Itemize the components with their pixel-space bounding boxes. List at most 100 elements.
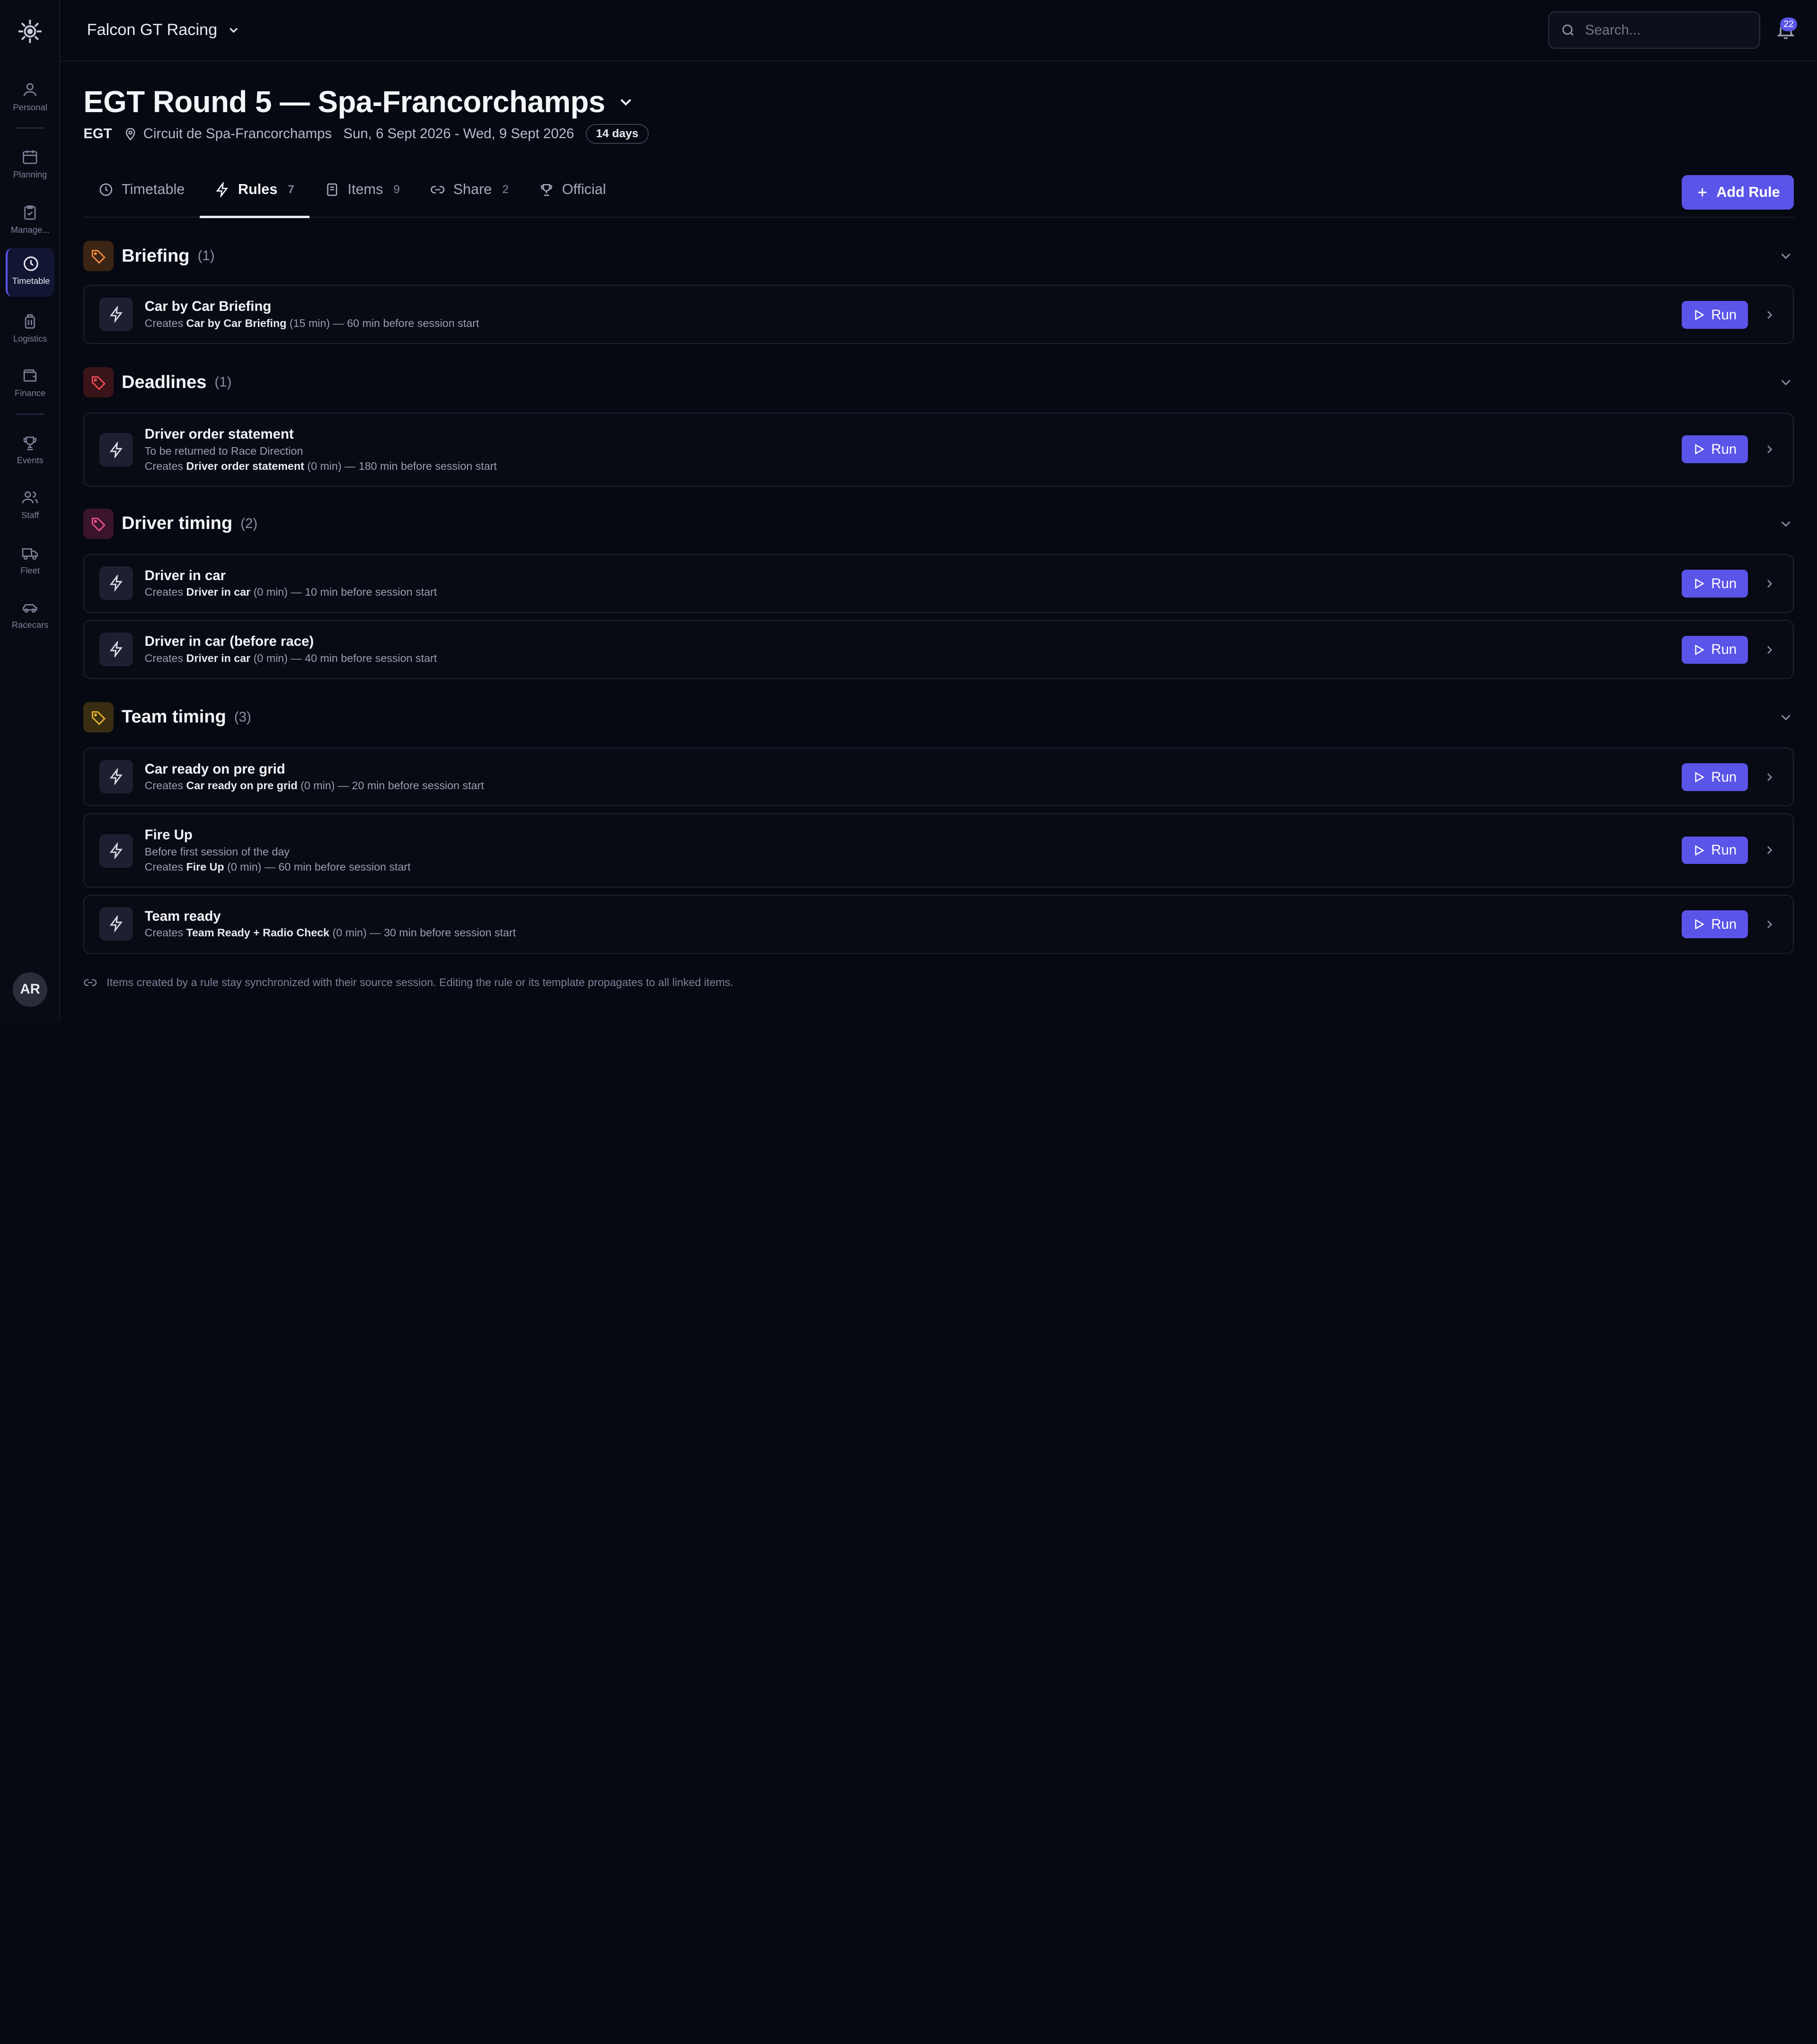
zap-icon (216, 182, 228, 197)
run-button[interactable]: Run (1681, 836, 1748, 864)
zap-icon (109, 768, 123, 785)
rule-card[interactable]: Car by Car Briefing Creates Car by Car B… (83, 285, 1794, 344)
chevron-right-icon[interactable] (1763, 577, 1776, 590)
group-tag (83, 509, 114, 539)
group-header-deadlines[interactable]: Deadlines (1) (83, 367, 1794, 397)
clock-icon (99, 183, 113, 196)
rule-card[interactable]: Fire Up Before first session of the day … (83, 813, 1794, 888)
run-button[interactable]: Run (1681, 910, 1748, 939)
zap-icon (109, 575, 123, 591)
chevron-right-icon[interactable] (1763, 843, 1776, 857)
run-button[interactable]: Run (1681, 435, 1748, 464)
run-label: Run (1711, 642, 1737, 658)
rule-card[interactable]: Driver in car (before race) Creates Driv… (83, 620, 1794, 679)
run-button[interactable]: Run (1681, 570, 1748, 598)
rule-card[interactable]: Car ready on pre grid Creates Car ready … (83, 747, 1794, 807)
map-pin-icon (126, 128, 135, 141)
zap-icon (109, 441, 123, 458)
chevron-right-icon[interactable] (1763, 643, 1776, 657)
tab-timetable[interactable]: Timetable (83, 174, 200, 217)
link-icon (84, 979, 97, 987)
group-tag (83, 241, 114, 272)
rule-text: Driver in car (before race) Creates Driv… (145, 634, 437, 665)
car-icon (23, 604, 37, 613)
sidebar-item-label: Racecars (11, 620, 49, 630)
sidebar-item-planning[interactable]: Planning (6, 141, 54, 190)
main-area: Falcon GT Racing 22 EGT Round 5 — Spa-Fr… (60, 0, 1817, 1022)
rule-creates: Creates Team Ready + Radio Check (0 min)… (144, 926, 516, 939)
sidebar-item-fleet[interactable]: Fleet (6, 537, 54, 586)
event-dates: Sun, 6 Sept 2026 - Wed, 9 Sept 2026 (343, 125, 574, 141)
plus-icon (1698, 188, 1707, 197)
chevron-down-icon[interactable] (617, 93, 635, 111)
group-count: (2) (240, 515, 258, 531)
run-label: Run (1711, 575, 1737, 591)
group-name: Briefing (122, 246, 190, 266)
sidebar-item-label: Fleet (20, 565, 40, 576)
sidebar-item-logistics[interactable]: Logistics (6, 306, 54, 355)
rule-card[interactable]: Driver in car Creates Driver in car (0 m… (83, 554, 1794, 613)
sidebar-item-finance[interactable]: Finance (6, 361, 54, 409)
top-bar: Falcon GT Racing 22 (60, 0, 1817, 62)
chevron-right-icon[interactable] (1763, 770, 1776, 784)
link-icon (431, 185, 445, 194)
rule-name: Driver in car (before race) (144, 634, 314, 650)
tab-rules[interactable]: Rules 7 (200, 174, 309, 218)
rule-card[interactable]: Driver order statement To be returned to… (83, 412, 1794, 487)
tab-label: Items (347, 181, 383, 198)
tab-label: Share (453, 181, 492, 198)
chevron-down-icon[interactable] (1778, 516, 1794, 532)
add-rule-button[interactable]: Add Rule (1681, 175, 1794, 210)
play-icon (1695, 644, 1705, 655)
rule-creates: Creates Fire Up (0 min) — 60 min before … (144, 860, 411, 873)
sidebar-item-label: Staff (21, 510, 39, 520)
rule-icon-box (99, 907, 133, 941)
tag-icon (91, 376, 106, 390)
user-avatar[interactable]: AR (12, 972, 48, 1007)
chevron-down-icon[interactable] (1778, 374, 1794, 390)
play-icon (1695, 919, 1705, 930)
sidebar-item-racecars[interactable]: Racecars (6, 592, 54, 641)
sidebar-item-staff[interactable]: Staff (6, 482, 54, 531)
sidebar-item-manage[interactable]: Manage... (6, 197, 54, 246)
tab-official[interactable]: Official (524, 174, 621, 217)
sidebar-item-timetable[interactable]: Timetable (6, 248, 55, 297)
tag-icon (91, 711, 106, 725)
search-box[interactable] (1548, 11, 1761, 49)
group-header-driver-timing[interactable]: Driver timing (2) (83, 509, 1794, 539)
tab-count: 9 (393, 183, 400, 196)
chevron-right-icon[interactable] (1763, 917, 1776, 931)
run-label: Run (1711, 769, 1737, 785)
rule-text: Driver order statement To be returned to… (145, 426, 497, 473)
sidebar-item-label: Timetable (12, 275, 50, 286)
chevron-down-icon[interactable] (1778, 709, 1794, 725)
run-label: Run (1711, 441, 1737, 457)
tab-items[interactable]: Items 9 (309, 174, 415, 217)
rule-icon-box (99, 297, 133, 331)
org-switcher[interactable]: Falcon GT Racing (87, 21, 240, 39)
sidebar-item-label: Events (17, 455, 44, 466)
play-icon (1695, 444, 1705, 455)
app-logo-icon[interactable] (16, 18, 44, 45)
sidebar-item-personal[interactable]: Personal (6, 74, 54, 123)
rule-text: Car by Car Briefing Creates Car by Car B… (145, 299, 479, 330)
add-rule-label: Add Rule (1716, 184, 1780, 201)
group-header-briefing[interactable]: Briefing (1) (83, 241, 1794, 272)
chevron-down-icon[interactable] (1778, 248, 1794, 264)
users-icon (22, 491, 38, 504)
person-icon (24, 83, 37, 97)
run-button[interactable]: Run (1681, 301, 1748, 329)
rule-name: Car ready on pre grid (144, 761, 285, 777)
chevron-right-icon[interactable] (1763, 308, 1776, 322)
search-input[interactable] (1585, 22, 1747, 38)
rule-name: Driver in car (144, 567, 226, 583)
rule-card[interactable]: Team ready Creates Team Ready + Radio Ch… (83, 894, 1794, 954)
group-header-team-timing[interactable]: Team timing (3) (83, 702, 1794, 732)
group-name: Driver timing (122, 513, 233, 534)
tab-share[interactable]: Share 2 (415, 174, 524, 217)
run-button[interactable]: Run (1681, 636, 1748, 664)
run-button[interactable]: Run (1681, 763, 1748, 792)
chevron-right-icon[interactable] (1763, 442, 1776, 456)
rule-text: Driver in car Creates Driver in car (0 m… (145, 568, 437, 599)
sidebar-item-events[interactable]: Events (6, 428, 54, 476)
